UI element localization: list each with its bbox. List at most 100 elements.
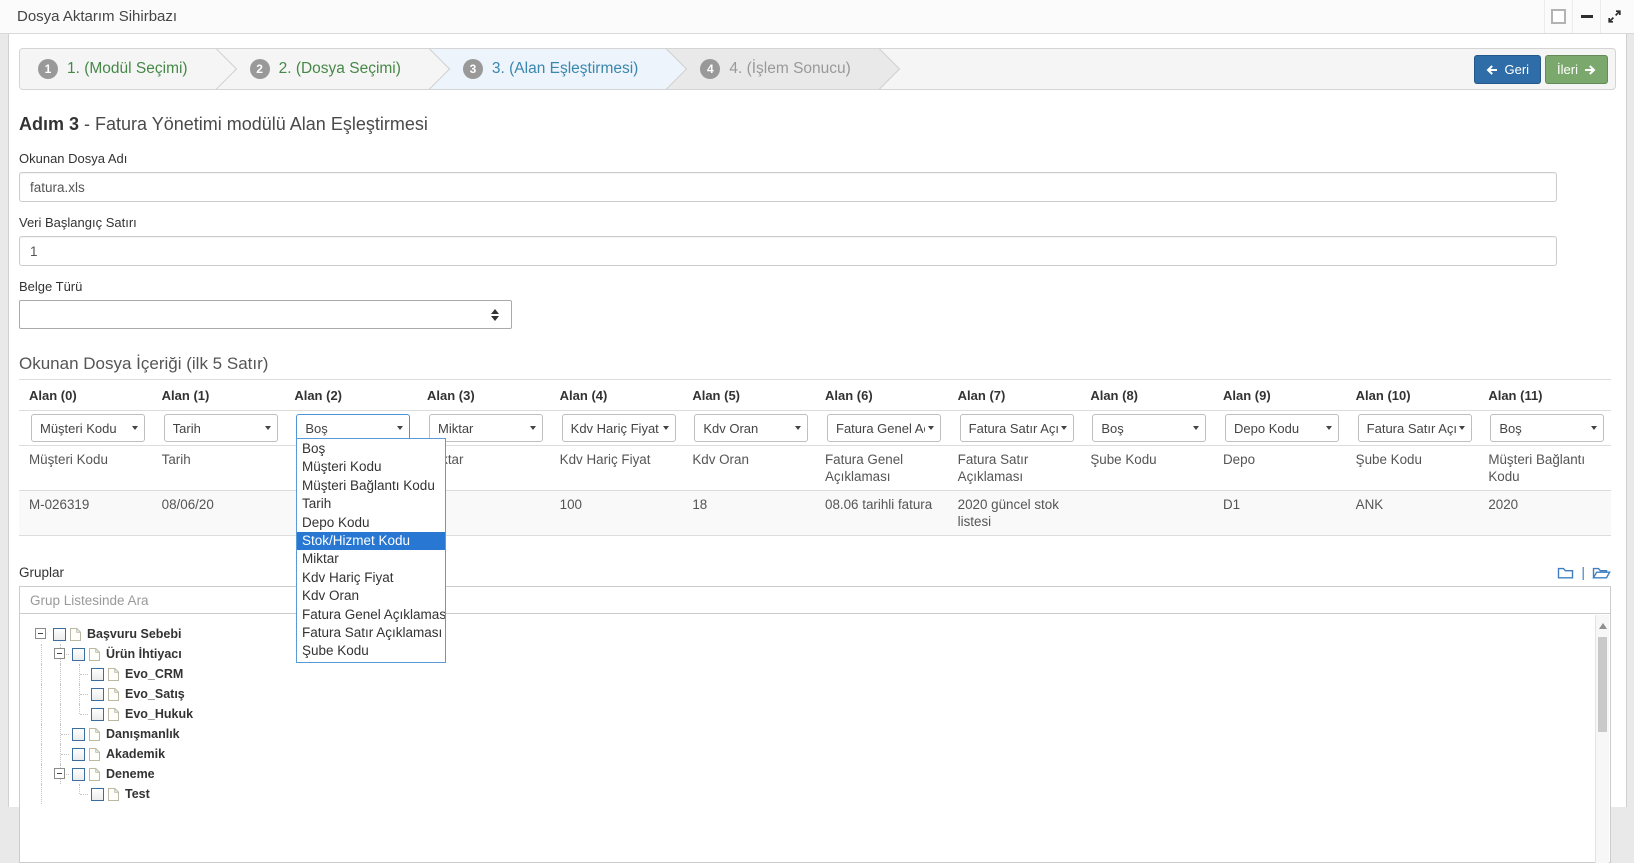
column-mapping-select[interactable]: Fatura Satır Açıklaması [960,414,1074,442]
tree-checkbox[interactable] [91,708,104,721]
wizard-panel: 11. (Modül Seçimi)22. (Dosya Seçimi)33. … [8,34,1627,807]
tree-checkbox[interactable] [72,728,85,741]
chevron-down-icon [1459,426,1465,430]
collapse-toggle-icon[interactable] [35,628,46,639]
dropdown-option[interactable]: Müşteri Kodu [297,458,445,476]
tree-checkbox[interactable] [72,648,85,661]
wizard-step-3[interactable]: 33. (Alan Eşleştirmesi) [429,49,666,89]
column-mapping-select[interactable]: Boş [1092,414,1206,442]
collapse-toggle-icon[interactable] [54,768,65,779]
closed-folder-icon[interactable] [1557,565,1574,580]
tree-checkbox[interactable] [91,668,104,681]
preview-table-body: Müşteri KoduTarihMiktarKdv Hariç FiyatKd… [19,446,1611,536]
start-row-input[interactable] [19,236,1557,266]
dropdown-option[interactable]: Şube Kodu [297,642,445,660]
table-cell: 08.06 tarihli fatura [815,491,948,535]
dropdown-option[interactable]: Stok/Hizmet Kodu [297,532,445,550]
dropdown-option[interactable]: Kdv Hariç Fiyat [297,569,445,587]
table-cell [1080,491,1213,535]
dropdown-option[interactable]: Kdv Oran [297,587,445,605]
tree-node-label[interactable]: Ürün İhtiyacı [106,647,182,661]
tree-connector [70,784,89,804]
expand-button[interactable] [1600,0,1628,33]
toolbar-divider: | [1581,564,1585,580]
dropdown-option[interactable]: Fatura Genel Açıklaması [297,606,445,624]
wizard-step-2[interactable]: 22. (Dosya Seçimi) [216,49,429,89]
tree-node-label[interactable]: Akademik [106,747,165,761]
tree-node-label[interactable]: Test [125,787,150,801]
wizard-step-1[interactable]: 11. (Modül Seçimi) [20,49,216,89]
tree-connector [51,744,70,764]
tree-node-label[interactable]: Evo_Satış [125,687,185,701]
tree-node: Deneme [32,764,1610,784]
column-mapping-select[interactable]: Müşteri Kodu [31,414,145,442]
minimize-button[interactable] [1572,0,1600,33]
column-mapping-select[interactable]: Boş [1490,414,1604,442]
dropdown-option[interactable]: Depo Kodu [297,514,445,532]
tree-node-label[interactable]: Danışmanlık [106,727,180,741]
column-header: Alan (1) [152,380,285,410]
tree-node-label[interactable]: Evo_CRM [125,667,183,681]
group-search-input[interactable] [19,586,1611,614]
column-mapping-select[interactable]: Kdv Hariç Fiyat [562,414,676,442]
next-button[interactable]: İleri [1545,55,1608,84]
mapping-select-cell: Fatura Satır Açıklaması [1346,411,1479,445]
collapse-toggle-icon[interactable] [54,648,65,659]
open-folder-icon[interactable] [1592,565,1611,580]
dropdown-option[interactable]: Boş [297,440,445,458]
column-header: Alan (9) [1213,380,1346,410]
maximize-button[interactable] [1544,0,1572,33]
column-mapping-select[interactable]: Tarih [164,414,278,442]
column-mapping-select[interactable]: Kdv Oran [694,414,808,442]
column-header: Alan (0) [19,380,152,410]
dropdown-option[interactable]: Fatura Satır Açıklaması [297,624,445,642]
tree-checkbox[interactable] [91,688,104,701]
wizard-step-4[interactable]: 44. (İşlem Sonucu) [666,49,878,89]
mapping-select-cell: Depo Kodu [1213,411,1346,445]
tree-node-label[interactable]: Deneme [106,767,155,781]
groups-title: Gruplar [19,565,64,580]
scrollbar-thumb[interactable] [1598,637,1607,732]
table-cell: M-026319 [19,491,152,535]
column-mapping-select[interactable]: Depo Kodu [1225,414,1339,442]
tree-checkbox[interactable] [72,748,85,761]
wizard-actions: Geri İleri [1474,55,1608,84]
tree-checkbox[interactable] [91,788,104,801]
step-number-badge: 2 [250,59,270,79]
tree-node-label[interactable]: Başvuru Sebebi [87,627,181,641]
dropdown-option[interactable]: Müşteri Bağlantı Kodu [297,477,445,495]
tree-guide [32,724,51,744]
dropdown-option[interactable]: Miktar [297,550,445,568]
tree-node-label[interactable]: Evo_Hukuk [125,707,193,721]
tree-checkbox[interactable] [72,768,85,781]
selected-mapping-value: Kdv Hariç Fiyat [571,421,660,436]
chevron-down-icon [663,426,669,430]
chevron-down-icon [397,426,403,430]
select-arrows-icon [491,309,499,321]
column-header: Alan (11) [1478,380,1611,410]
column-header: Alan (3) [417,380,550,410]
chevron-down-icon [795,426,801,430]
back-button[interactable]: Geri [1474,55,1541,84]
document-icon [88,747,101,762]
preview-table: Alan (0)Alan (1)Alan (2)Alan (3)Alan (4)… [19,379,1611,536]
document-icon [88,727,101,742]
scroll-up-icon[interactable] [1599,623,1607,629]
column-mapping-select[interactable]: Fatura Satır Açıklaması [1358,414,1472,442]
table-row: M-02631908/06/201001808.06 tarihli fatur… [19,491,1611,536]
mapping-select-cell: Müşteri Kodu [19,411,152,445]
mapping-dropdown-popup: BoşMüşteri KoduMüşteri Bağlantı KoduTari… [296,438,446,663]
tree-node: Evo_Hukuk [32,704,1610,724]
tree-node: Danışmanlık [32,724,1610,744]
file-name-input[interactable] [19,172,1557,202]
doc-type-select[interactable] [19,300,512,329]
column-mapping-select[interactable]: Fatura Genel Açıklaması [827,414,941,442]
tree-checkbox[interactable] [53,628,66,641]
step-number-badge: 3 [463,59,483,79]
page-title-text: Fatura Yönetimi modülü Alan Eşleştirmesi [95,114,428,134]
step-number-badge: 1 [38,59,58,79]
column-mapping-select[interactable]: Miktar [429,414,543,442]
selected-mapping-value: Miktar [438,421,527,436]
tree-guide [32,644,51,664]
dropdown-option[interactable]: Tarih [297,495,445,513]
